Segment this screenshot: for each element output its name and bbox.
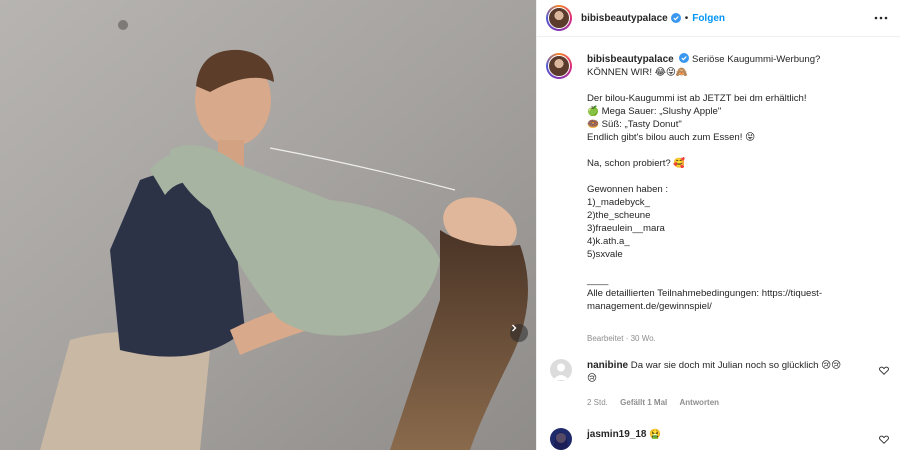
caption-line: KÖNNEN WIR! 😂😝🙈 [587,67,688,78]
reply-button[interactable]: Antworten [680,398,720,407]
caption-line: management.de/gewinnspiel/ [587,301,712,312]
caption-username[interactable]: bibisbeautypalace [587,54,674,65]
avatar-photo [554,432,568,450]
commenter-avatar[interactable] [550,359,572,381]
comment-meta: 2 Std. Gefällt 1 Mal Antworten [587,398,895,407]
post-photo [0,0,536,450]
header-separator: • [684,12,689,24]
heart-outline-icon[interactable] [879,366,889,375]
next-photo-button[interactable] [510,324,528,342]
comments-area: bibisbeautypalace Seriöse Kaugummi-Werbu… [537,38,900,450]
caption-line: Na, schon probiert? 🥰 [587,158,686,169]
comment-time[interactable]: 2 Std. [587,398,608,407]
post-side-panel: bibisbeautypalace • Folgen bibisbeautypa… [536,0,900,450]
caption-line: 4)k.ath.a_ [587,236,630,247]
comment-likes[interactable]: Gefällt 1 Mal [620,398,667,407]
follow-button[interactable]: Folgen [692,13,725,24]
caption-line [587,144,891,157]
caption-line: Alle detaillierten Teilnahmebedingungen:… [587,288,823,299]
caption-line: Seriöse Kaugummi-Werbung? [692,54,821,65]
author-avatar[interactable] [546,5,572,31]
caption-line: 5)sxvale [587,249,623,260]
post-caption: bibisbeautypalace Seriöse Kaugummi-Werbu… [546,53,891,313]
caption-line: ____ [587,275,609,286]
caption-line: Gewonnen haben : [587,184,669,195]
caption-line: 🍏 Mega Sauer: „Slushy Apple" [587,106,722,117]
comment-item: jasmin19_18 🤮 [550,428,895,450]
commenter-username[interactable]: nanibine [587,360,628,371]
caption-line: 2)the_scheune [587,210,651,221]
verified-badge-icon [679,53,690,63]
caption-line [587,261,891,274]
heart-outline-icon[interactable] [879,435,889,444]
caption-line: Endlich gibt's bilou auch zum Essen! 😝 [587,132,756,143]
caption-line [587,170,891,183]
post-image[interactable] [0,0,536,450]
caption-avatar[interactable] [546,53,572,79]
caption-line: 1)_madebyck_ [587,197,650,208]
comment-text: 🤮 [649,429,662,440]
commenter-username[interactable]: jasmin19_18 [587,429,647,440]
comment-text-continued: 😢 [587,373,598,384]
verified-badge-icon [670,13,681,23]
caption-line: 3)fraeulein__mara [587,223,665,234]
instagram-post: bibisbeautypalace • Folgen bibisbeautypa… [0,0,900,450]
commenter-avatar[interactable] [550,428,572,450]
caption-line [587,79,891,92]
chevron-right-icon [512,324,517,332]
comment-text: Da war sie doch mit Julian noch so glück… [630,360,842,371]
author-username[interactable]: bibisbeautypalace [581,13,668,24]
comment-item: nanibine Da war sie doch mit Julian noch… [550,359,895,407]
caption-line: 🍩 Süß: „Tasty Donut" [587,119,682,130]
post-header: bibisbeautypalace • Folgen [537,0,900,37]
more-options-icon[interactable] [874,12,888,24]
default-avatar-icon [553,363,569,380]
caption-line: Der bilou-Kaugummi ist ab JETZT bei dm e… [587,93,807,104]
edited-timestamp: Bearbeitet · 30 Wo. [587,334,656,343]
